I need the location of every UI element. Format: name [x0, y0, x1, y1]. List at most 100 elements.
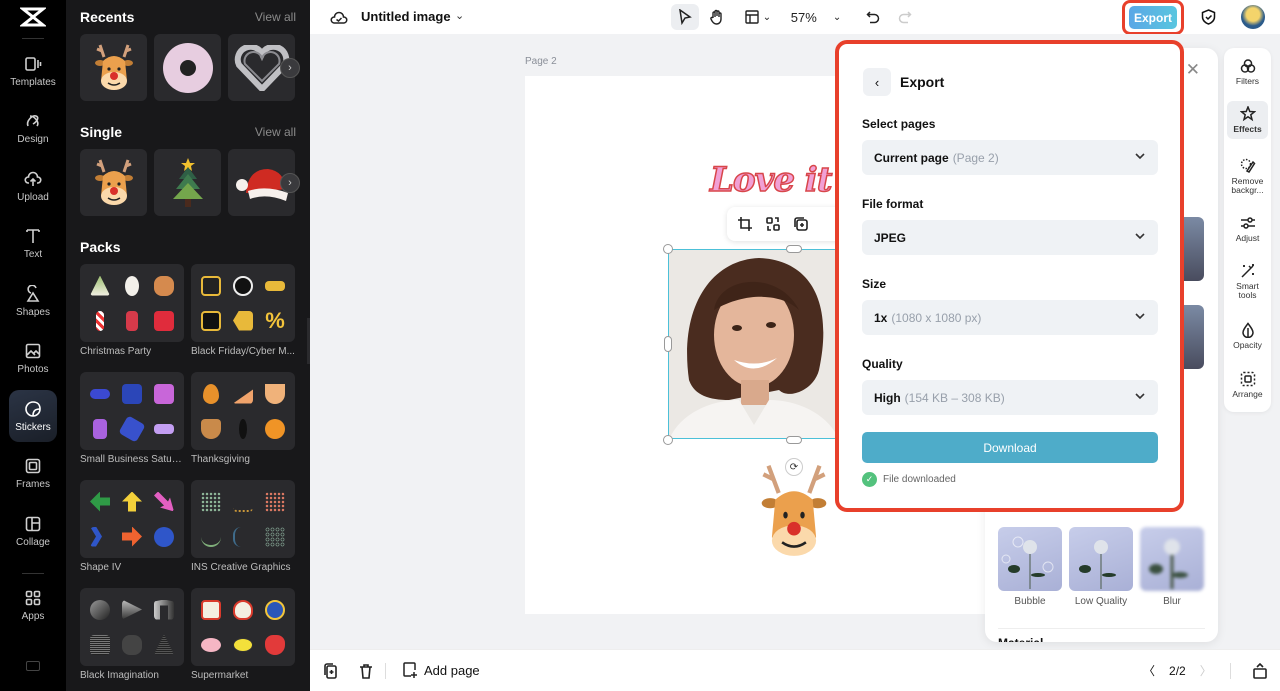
duplicate-icon[interactable] — [793, 216, 809, 232]
sticker-reindeer[interactable] — [80, 149, 147, 216]
select-tool-button[interactable] — [671, 4, 699, 30]
zoom-level: 57% — [790, 9, 817, 25]
pack-ins-creative-graphics[interactable]: INS Creative Graphics — [191, 480, 295, 588]
effect-low-quality[interactable]: Low Quality — [1069, 527, 1133, 607]
effect-bubble[interactable]: Bubble — [998, 527, 1062, 607]
rotate-handle[interactable]: ⟳ — [785, 458, 803, 476]
size-dropdown[interactable]: 1x (1080 x 1080 px) — [862, 300, 1158, 335]
hand-icon — [710, 9, 722, 25]
rail-item-frames[interactable]: Frames — [9, 448, 57, 500]
zoom-dropdown[interactable]: 57% ⌄ — [786, 4, 846, 30]
effect-blur[interactable]: Blur — [1140, 527, 1204, 607]
bottom-bar: Add page 〈 2/2 〉 — [310, 649, 1280, 691]
pack-small-business-saturday[interactable]: Small Business Saturd... — [80, 372, 184, 480]
single-next-button[interactable]: › — [280, 173, 300, 193]
single-view-all[interactable]: View all — [255, 125, 296, 139]
security-button[interactable] — [1198, 4, 1218, 30]
undo-icon — [866, 11, 880, 24]
pack-thumbnail — [191, 480, 295, 558]
rail-item-label: Stickers — [15, 421, 51, 433]
stickers-panel: Recents View all › Single View all › Pac… — [66, 0, 310, 691]
file-format-dropdown[interactable]: JPEG — [862, 220, 1158, 255]
rail-item-label: Upload — [17, 191, 49, 203]
cloud-saved-icon[interactable] — [330, 9, 348, 25]
rail-item-stickers[interactable]: Stickers — [9, 390, 57, 442]
pack-thumbnail — [80, 480, 184, 558]
page-pager: 〈 2/2 〉 — [1143, 662, 1212, 679]
rail-item-apps[interactable]: Apps — [9, 580, 57, 632]
quality-dropdown[interactable]: High (154 KB – 308 KB) — [862, 380, 1158, 415]
single-header: Single View all — [66, 115, 310, 149]
pack-christmas-party[interactable]: Christmas Party — [80, 264, 184, 372]
recents-header: Recents View all — [66, 0, 310, 34]
undo-button[interactable] — [863, 4, 883, 30]
resize-handle-left[interactable] — [664, 336, 672, 352]
pack-name: Christmas Party — [80, 346, 152, 357]
download-button[interactable]: Download — [862, 432, 1158, 463]
tool-arrange[interactable]: Arrange — [1227, 371, 1268, 399]
tool-adjust[interactable]: Adjust — [1227, 215, 1268, 243]
close-icon[interactable]: ✕ — [1186, 60, 1200, 80]
sticker-reindeer[interactable] — [80, 34, 147, 101]
recents-view-all[interactable]: View all — [255, 10, 296, 24]
rail-item-collage[interactable]: Collage — [9, 505, 57, 557]
tool-effects[interactable]: Effects — [1227, 101, 1268, 139]
sticker-pink-donut[interactable] — [154, 34, 221, 101]
rail-item-label: Frames — [16, 479, 50, 490]
keyboard-shortcuts-icon[interactable] — [26, 661, 40, 671]
redo-button[interactable] — [895, 4, 915, 30]
export-button[interactable]: Export — [1129, 6, 1177, 29]
pack-supermarket[interactable]: Supermarket — [191, 588, 295, 691]
sticker-christmas-tree[interactable] — [154, 149, 221, 216]
quality-value: High — [874, 390, 901, 405]
rail-item-text[interactable]: Text — [9, 218, 57, 270]
resize-handle-top[interactable] — [786, 245, 802, 253]
next-page-button[interactable]: 〉 — [1200, 662, 1212, 679]
crop-icon[interactable] — [737, 216, 753, 232]
delete-page-button[interactable] — [358, 663, 374, 679]
select-pages-label: Select pages — [862, 117, 936, 131]
app-root: Templates Design Upload Text Shapes Phot… — [0, 0, 1280, 691]
rail-item-shapes[interactable]: Shapes — [9, 275, 57, 327]
replace-icon[interactable] — [765, 216, 781, 232]
file-format-value: JPEG — [874, 230, 907, 245]
capcut-logo-icon[interactable] — [20, 6, 46, 28]
tool-smart-tools[interactable]: Smart tools — [1227, 263, 1268, 300]
back-button[interactable]: ‹ — [863, 68, 891, 96]
effect-label: Low Quality — [1074, 596, 1128, 607]
title-chevron-down-icon[interactable]: ⌄ — [455, 9, 464, 22]
rail-item-photos[interactable]: Photos — [9, 333, 57, 385]
arrange-icon — [1240, 371, 1255, 387]
rail-item-label: Shapes — [16, 306, 50, 318]
tool-opacity[interactable]: Opacity — [1227, 322, 1268, 350]
rail-item-templates[interactable]: Templates — [9, 45, 57, 97]
tool-remove-background[interactable]: Remove backgr... — [1227, 158, 1268, 195]
tool-filters[interactable]: Filters — [1227, 58, 1268, 86]
rail-item-design[interactable]: Design — [9, 103, 57, 155]
material-section-title: Material — [998, 636, 1043, 642]
pack-black-imagination[interactable]: Black Imagination — [80, 588, 184, 691]
select-pages-dropdown[interactable]: Current page (Page 2) — [862, 140, 1158, 175]
pack-thanksgiving[interactable]: Thanksgiving — [191, 372, 295, 480]
user-avatar[interactable] — [1241, 5, 1265, 29]
pack-shape-iv[interactable]: Shape IV — [80, 480, 184, 588]
resize-handle-bottom[interactable] — [786, 436, 802, 444]
rail-item-upload[interactable]: Upload — [9, 160, 57, 212]
add-page-button[interactable]: Add page — [402, 662, 480, 678]
size-hint: (1080 x 1080 px) — [891, 310, 982, 325]
document-title[interactable]: Untitled image — [361, 9, 451, 24]
layout-menu-button[interactable]: ⌄ — [740, 4, 776, 30]
tool-label: Filters — [1235, 76, 1260, 86]
selected-photo[interactable] — [668, 249, 838, 439]
resize-handle-bottom-left[interactable] — [663, 435, 673, 445]
recents-next-button[interactable]: › — [280, 58, 300, 78]
page-panel-toggle[interactable] — [1252, 662, 1268, 679]
download-status-text: File downloaded — [883, 474, 956, 485]
headline-text[interactable]: Love it — [709, 159, 833, 201]
recents-title: Recents — [80, 9, 135, 25]
duplicate-page-button[interactable] — [323, 663, 339, 679]
prev-page-button[interactable]: 〈 — [1143, 662, 1155, 679]
pack-black-friday[interactable]: % Black Friday/Cyber M... — [191, 264, 295, 372]
resize-handle-top-left[interactable] — [663, 244, 673, 254]
hand-tool-button[interactable] — [705, 4, 729, 30]
